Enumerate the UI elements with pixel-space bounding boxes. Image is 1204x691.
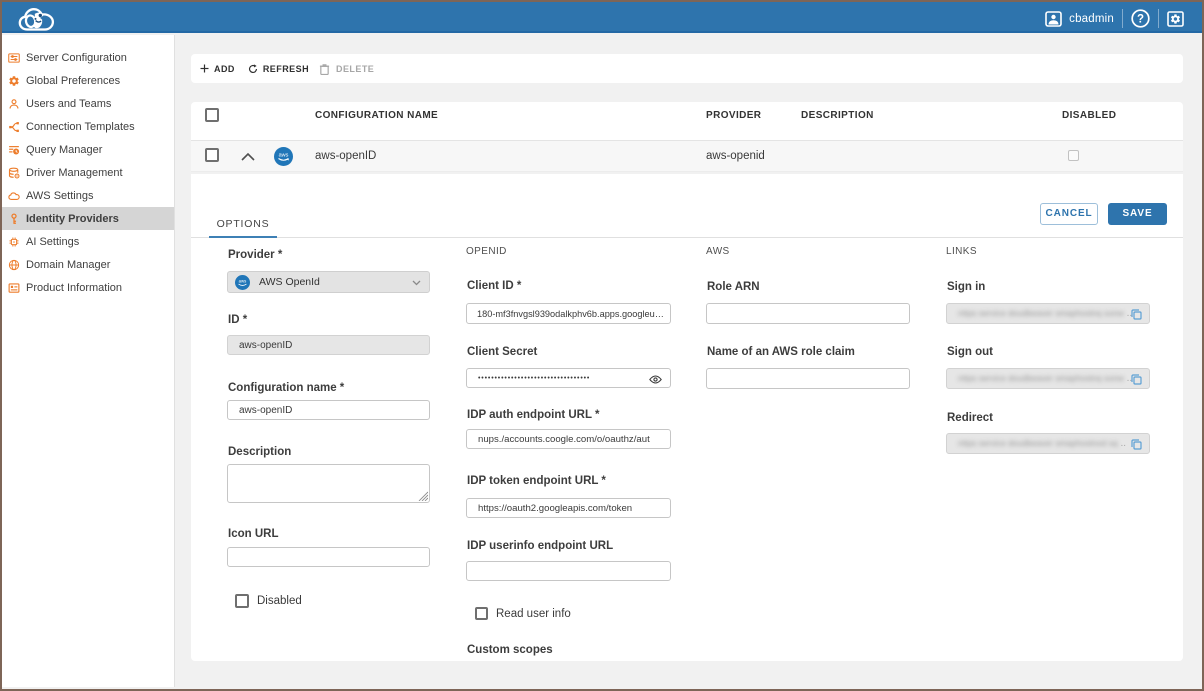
svg-text:?: ?: [1137, 14, 1144, 26]
svg-text:aws: aws: [239, 279, 247, 284]
svg-text:aws: aws: [279, 153, 289, 159]
